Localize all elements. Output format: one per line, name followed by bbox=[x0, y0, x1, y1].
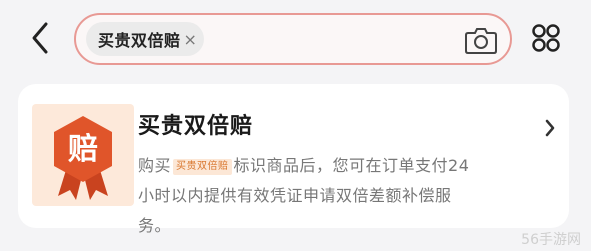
search-chip-label: 买贵双倍赔 bbox=[98, 31, 181, 50]
grid-dots-icon bbox=[532, 24, 560, 52]
more-menu-button[interactable] bbox=[531, 23, 561, 53]
chevron-right-icon bbox=[545, 119, 555, 137]
watermark: 56手游网 bbox=[521, 232, 581, 248]
camera-icon bbox=[465, 28, 497, 54]
card-title: 买贵双倍赔 bbox=[138, 114, 254, 139]
back-button[interactable] bbox=[26, 18, 56, 58]
card-description: 购买 买贵双倍赔 标识商品后，您可在订单支付24小时以内提供有效凭证申请双倍差额补偿… bbox=[138, 151, 484, 241]
badge-tile: 赔 bbox=[32, 104, 134, 206]
compensation-badge-icon: 赔 bbox=[54, 116, 112, 200]
service-card[interactable]: 赔 买贵双倍赔 购买 买贵双倍赔 标识商品后，您可在订单支付24小时以内提供有效凭证… bbox=[18, 84, 569, 235]
desc-prefix: 购买 bbox=[138, 156, 172, 175]
desc-line2: 时以内提供有效凭证申请双倍差额补偿服务。 bbox=[138, 186, 452, 235]
card-arrow[interactable] bbox=[544, 118, 556, 138]
search-keyword-chip[interactable]: 买贵双倍赔 × bbox=[86, 22, 204, 56]
search-bar[interactable]: 买贵双倍赔 × bbox=[74, 13, 512, 65]
chip-close-icon[interactable]: × bbox=[184, 30, 197, 49]
bottom-spacer bbox=[0, 238, 591, 251]
desc-tag: 买贵双倍赔 bbox=[173, 159, 232, 175]
camera-search-button[interactable] bbox=[464, 25, 498, 55]
top-bar: 买贵双倍赔 × bbox=[0, 0, 591, 80]
chevron-left-icon bbox=[32, 22, 48, 54]
badge-char: 赔 bbox=[68, 132, 98, 167]
